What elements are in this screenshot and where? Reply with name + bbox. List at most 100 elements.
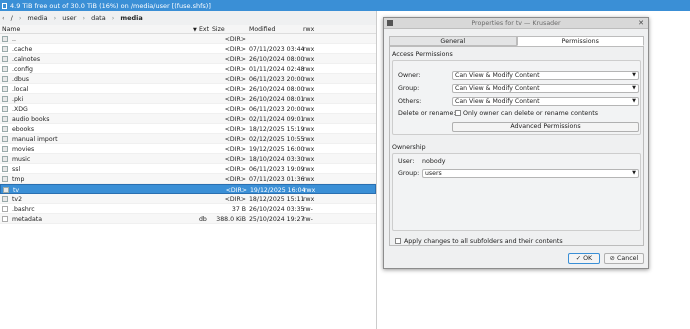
cancel-label: Cancel — [616, 255, 639, 262]
tab-general[interactable]: General — [389, 36, 517, 46]
group-select[interactable]: Can View & Modify Content ▼ — [452, 84, 639, 93]
file-size: 37 B — [231, 205, 246, 213]
file-row[interactable]: manual import <DIR> 02/12/2025 10:55 rwx — [0, 134, 376, 144]
file-row[interactable]: tv <DIR> 19/12/2025 16:04 rwx — [0, 184, 376, 194]
file-name: tv — [13, 186, 20, 194]
file-row[interactable]: ebooks <DIR> 18/12/2025 15:19 rwx — [0, 124, 376, 134]
user-value: nobody — [422, 158, 446, 165]
file-size: <DIR> — [224, 125, 246, 133]
ownership-title: Ownership — [392, 144, 426, 151]
column-header-name[interactable]: Name — [2, 26, 20, 33]
nav-arrow-icon[interactable]: ‹ — [2, 14, 5, 22]
file-name: .pki — [12, 95, 24, 103]
file-name: .cache — [12, 45, 33, 53]
file-permissions: rwx — [303, 105, 315, 113]
ok-button[interactable]: ✓ OK — [568, 253, 600, 264]
file-name: metadata — [12, 215, 42, 223]
file-permissions: rwx — [303, 85, 315, 93]
column-header-rwx[interactable]: rwx — [303, 26, 314, 33]
owner-select-value: Can View & Modify Content — [455, 72, 540, 79]
only-owner-checkbox[interactable] — [455, 110, 461, 116]
file-permissions: rwx — [303, 135, 315, 143]
folder-icon — [2, 55, 8, 62]
breadcrumb-item[interactable]: user — [62, 14, 76, 22]
chevron-right-icon: › — [18, 14, 22, 22]
file-name: movies — [12, 145, 35, 153]
owner-label: Owner: — [398, 72, 421, 79]
panel-divider[interactable] — [376, 11, 377, 329]
file-row[interactable]: .bashrc 37 B 26/10/2024 03:35 rw- — [0, 204, 376, 214]
file-row[interactable]: tv2 <DIR> 18/12/2025 15:11 rwx — [0, 194, 376, 204]
column-header-size[interactable]: Size — [212, 26, 225, 33]
file-modified: 01/11/2024 02:48 — [249, 65, 305, 73]
file-modified: 19/12/2025 16:00 — [249, 145, 305, 153]
others-select-value: Can View & Modify Content — [455, 98, 540, 105]
file-modified: 02/12/2025 10:55 — [249, 135, 305, 143]
drive-icon — [2, 2, 7, 9]
file-size: <DIR> — [224, 35, 246, 43]
file-row[interactable]: audio books <DIR> 02/11/2024 09:01 rwx — [0, 114, 376, 124]
file-size: <DIR> — [224, 155, 246, 163]
file-permissions: rwx — [303, 45, 315, 53]
file-name: .XDG — [12, 105, 28, 113]
file-permissions: rwx — [303, 125, 315, 133]
close-icon[interactable]: ✕ — [638, 18, 644, 29]
file-modified: 26/10/2024 08:00 — [249, 85, 305, 93]
file-permissions: rwx — [303, 65, 315, 73]
owner-select[interactable]: Can View & Modify Content ▼ — [452, 71, 639, 80]
file-row[interactable]: .local <DIR> 26/10/2024 08:00 rwx — [0, 84, 376, 94]
folder-icon — [2, 165, 8, 172]
chevron-down-icon: ▼ — [632, 85, 636, 91]
breadcrumb-root[interactable]: / — [11, 14, 13, 22]
file-name: ebooks — [12, 125, 35, 133]
file-modified: 25/10/2024 19:27 — [249, 215, 305, 223]
tab-permissions[interactable]: Permissions — [516, 36, 644, 46]
column-header-ext[interactable]: Ext — [199, 26, 209, 33]
file-row[interactable]: music <DIR> 18/10/2024 03:30 rwx — [0, 154, 376, 164]
permissions-panel: Access Permissions Owner: Can View & Mod… — [389, 46, 644, 246]
file-row[interactable]: .config <DIR> 01/11/2024 02:48 rwx — [0, 64, 376, 74]
breadcrumb-item[interactable]: media — [27, 14, 47, 22]
file-size: <DIR> — [224, 195, 246, 203]
folder-icon — [2, 75, 8, 82]
file-name: manual import — [12, 135, 58, 143]
folder-icon — [2, 155, 8, 162]
advanced-permissions-button[interactable]: Advanced Permissions — [452, 122, 639, 132]
file-list: .. <DIR> .cache <DIR> 07/11/2023 03:44 rwx .ca… — [0, 34, 376, 224]
file-row[interactable]: .XDG <DIR> 06/11/2023 20:00 rwx — [0, 104, 376, 114]
file-size: <DIR> — [224, 175, 246, 183]
folder-icon — [2, 115, 8, 122]
file-row[interactable]: .dbus <DIR> 06/11/2023 20:00 rwx — [0, 74, 376, 84]
file-permissions: rwx — [303, 165, 315, 173]
ownership-group-select[interactable]: users ▼ — [422, 169, 639, 178]
file-row[interactable]: movies <DIR> 19/12/2025 16:00 rwx — [0, 144, 376, 154]
folder-icon — [2, 125, 8, 132]
only-owner-label: Only owner can delete or rename contents — [463, 110, 599, 117]
others-select[interactable]: Can View & Modify Content ▼ — [452, 97, 639, 106]
file-modified: 02/11/2024 09:01 — [249, 115, 305, 123]
file-permissions: rwx — [303, 75, 315, 83]
file-permissions: rw- — [303, 215, 313, 223]
file-row[interactable]: tmp <DIR> 07/11/2023 01:36 rwx — [0, 174, 376, 184]
folder-icon — [2, 105, 8, 112]
ownership-group-value: users — [425, 170, 442, 177]
file-row[interactable]: .calnotes <DIR> 26/10/2024 08:00 rwx — [0, 54, 376, 64]
breadcrumb-item-current[interactable]: media — [120, 14, 142, 22]
cancel-icon: ⊘ — [609, 255, 615, 262]
file-row[interactable]: .cache <DIR> 07/11/2023 03:44 rwx — [0, 44, 376, 54]
breadcrumb-item[interactable]: data — [91, 14, 106, 22]
file-row[interactable]: .. <DIR> — [0, 34, 376, 44]
breadcrumb: ‹ / › media › user › data › media — [0, 11, 376, 25]
dialog-titlebar[interactable]: Properties for tv — Krusader ✕ — [384, 18, 648, 29]
apply-recursive-checkbox[interactable] — [395, 238, 401, 244]
file-row[interactable]: metadata db 388.0 KiB 25/10/2024 19:27 rw- — [0, 214, 376, 224]
cancel-button[interactable]: ⊘ Cancel — [604, 253, 644, 264]
file-size: <DIR> — [224, 55, 246, 63]
file-modified: 26/10/2024 08:00 — [249, 55, 305, 63]
chevron-down-icon: ▼ — [632, 98, 636, 104]
column-header-modified[interactable]: Modified — [249, 26, 275, 33]
file-row[interactable]: .pki <DIR> 26/10/2024 08:01 rwx — [0, 94, 376, 104]
file-permissions: rwx — [303, 115, 315, 123]
file-size: <DIR> — [224, 95, 246, 103]
file-row[interactable]: ssl <DIR> 06/11/2023 19:09 rwx — [0, 164, 376, 174]
